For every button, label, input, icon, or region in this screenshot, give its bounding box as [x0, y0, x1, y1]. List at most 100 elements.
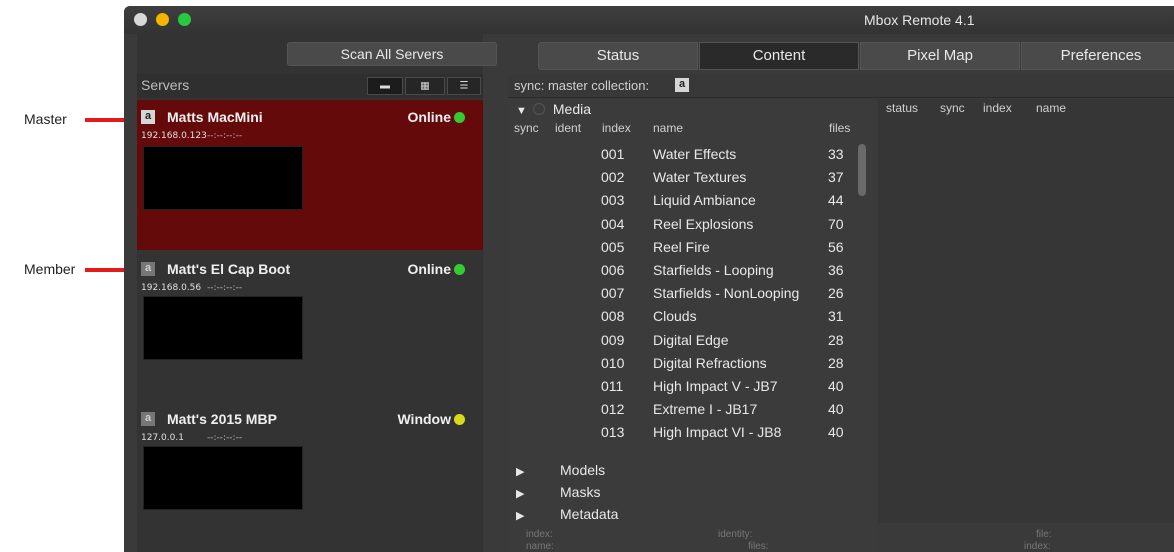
cell-files: 40 [828, 401, 844, 418]
detail-name-label: name: [526, 541, 554, 552]
table-row[interactable]: 005 Reel Fire 56 [508, 236, 878, 259]
scan-all-servers-button[interactable]: Scan All Servers [287, 42, 497, 66]
tree-label: Models [560, 462, 606, 478]
server-status: Online [407, 261, 451, 277]
cell-files: 70 [828, 215, 844, 232]
table-row[interactable]: 004 Reel Explosions 70 [508, 213, 878, 236]
disclosure-open-icon[interactable]: ▼ [516, 105, 527, 117]
server-name: Matts MacMini [167, 109, 263, 125]
tree-item-masks[interactable]: ▶ Masks [516, 484, 600, 500]
member-badge[interactable]: a [141, 262, 155, 276]
member-callout-label: Member [24, 261, 76, 277]
col-sync-right[interactable]: sync [940, 101, 965, 115]
table-row[interactable]: 001 Water Effects 33 [508, 143, 878, 166]
tree-item-metadata[interactable]: ▶ Metadata [516, 506, 618, 522]
sync-detail-table: status sync index name [878, 99, 1174, 523]
table-row[interactable]: 007 Starfields - NonLooping 26 [508, 282, 878, 305]
cell-name: Extreme I - JB17 [653, 401, 758, 418]
view-medium-button[interactable]: ▦ [405, 77, 445, 95]
cell-index: 011 [601, 378, 624, 394]
server-name: Matt's 2015 MBP [167, 411, 277, 427]
server-status: Window [397, 411, 451, 427]
close-window-button[interactable] [134, 13, 147, 26]
tab-status[interactable]: Status [538, 42, 698, 70]
cell-files: 44 [828, 192, 844, 209]
cell-index: 012 [601, 401, 625, 418]
cell-index: 008 [601, 308, 625, 325]
cell-files: 40 [828, 424, 844, 441]
tab-content[interactable]: Content [699, 42, 859, 70]
server-ip: 192.168.0.56 [141, 283, 202, 293]
list-scrollbar[interactable] [858, 144, 866, 196]
cell-files: 31 [828, 308, 844, 325]
tab-pixel-map[interactable]: Pixel Map [860, 42, 1020, 70]
cell-name: Water Textures [653, 169, 747, 186]
cell-name: Starfields - Looping [653, 262, 774, 278]
minimize-window-button[interactable] [156, 13, 169, 26]
master-badge[interactable]: a [141, 110, 155, 124]
collection-badge[interactable]: a [675, 78, 689, 92]
cell-index: 013 [601, 424, 625, 441]
col-name[interactable]: name [653, 121, 683, 135]
server-time: --:--:--:-- [207, 131, 243, 141]
cell-files: 33 [828, 146, 844, 162]
cell-files: 36 [828, 262, 844, 278]
table-row[interactable]: 008 Clouds 31 [508, 305, 878, 328]
servers-header: Servers ▬ ▦ ☰ [137, 74, 483, 98]
cell-files: 26 [828, 285, 844, 302]
cell-files: 28 [828, 354, 844, 371]
view-list-button[interactable]: ☰ [447, 77, 481, 95]
cell-index: 010 [601, 354, 625, 371]
table-row[interactable]: 013 High Impact VI - JB8 40 [508, 421, 878, 444]
maximize-window-button[interactable] [178, 13, 191, 26]
table-row[interactable]: 011 High Impact V - JB7 40 [508, 375, 878, 398]
table-row[interactable]: 002 Water Textures 37 [508, 166, 878, 189]
table-row[interactable]: 012 Extreme I - JB17 40 [508, 398, 878, 421]
cell-files: 56 [828, 238, 844, 255]
detail-index-label: index: [526, 529, 553, 540]
list-view-icon: ☰ [459, 80, 469, 92]
member-badge[interactable]: a [141, 412, 155, 426]
medium-view-icon: ▦ [420, 80, 430, 92]
window-indicator-icon [454, 414, 465, 425]
server-ip: 192.168.0.123 [141, 131, 207, 141]
table-row[interactable]: 003 Liquid Ambiance 44 [508, 189, 878, 212]
view-large-button[interactable]: ▬ [367, 77, 403, 95]
detail-identity-label: identity: [718, 529, 753, 540]
server-time: --:--:--:-- [207, 433, 243, 443]
server-item-matts-el-cap-boot[interactable]: a Matt's El Cap Boot Online 192.168.0.56… [137, 252, 483, 402]
cell-name: Water Effects [653, 146, 737, 162]
server-item-matts-2015-mbp[interactable]: a Matt's 2015 MBP Window 127.0.0.1 --:--… [137, 402, 483, 552]
cell-name: Clouds [653, 308, 697, 325]
cell-index: 001 [601, 146, 625, 162]
disclosure-closed-icon[interactable]: ▶ [516, 465, 560, 478]
col-sync[interactable]: sync [514, 121, 539, 135]
table-row[interactable]: 009 Digital Edge 28 [508, 329, 878, 352]
window-title: Mbox Remote 4.1 [864, 12, 975, 28]
col-index-right[interactable]: index [983, 101, 1012, 115]
table-row[interactable]: 010 Digital Refractions 28 [508, 352, 878, 375]
main-tabs: Status Content Pixel Map Preferences [538, 42, 1174, 70]
server-item-matts-macmini[interactable]: a Matts MacMini Online 192.168.0.123 --:… [137, 100, 483, 250]
tree-item-models[interactable]: ▶ Models [516, 462, 605, 478]
title-bar: Mbox Remote 4.1 [124, 6, 1174, 34]
server-name: Matt's El Cap Boot [167, 261, 291, 277]
disclosure-closed-icon[interactable]: ▶ [516, 487, 560, 500]
table-row[interactable]: 006 Starfields - Looping 36 [508, 259, 878, 282]
cell-index: 004 [601, 215, 625, 232]
media-header[interactable]: ▼ Media [516, 101, 591, 117]
servers-pane: Scan All Servers Servers ▬ ▦ ☰ a Matts M… [137, 34, 497, 552]
col-status[interactable]: status [886, 101, 918, 115]
cell-index: 005 [601, 238, 625, 255]
cell-name: Reel Explosions [653, 215, 754, 232]
col-files[interactable]: files [829, 121, 850, 135]
tab-preferences[interactable]: Preferences [1021, 42, 1174, 70]
cell-files: 37 [828, 169, 844, 186]
sync-circle-icon [532, 103, 545, 115]
col-ident[interactable]: ident [555, 121, 581, 135]
media-title: Media [552, 101, 592, 117]
col-index[interactable]: index [602, 121, 631, 135]
sync-bar: sync: master collection: a [508, 74, 1174, 98]
col-name-right[interactable]: name [1036, 101, 1066, 115]
disclosure-closed-icon[interactable]: ▶ [516, 509, 560, 522]
